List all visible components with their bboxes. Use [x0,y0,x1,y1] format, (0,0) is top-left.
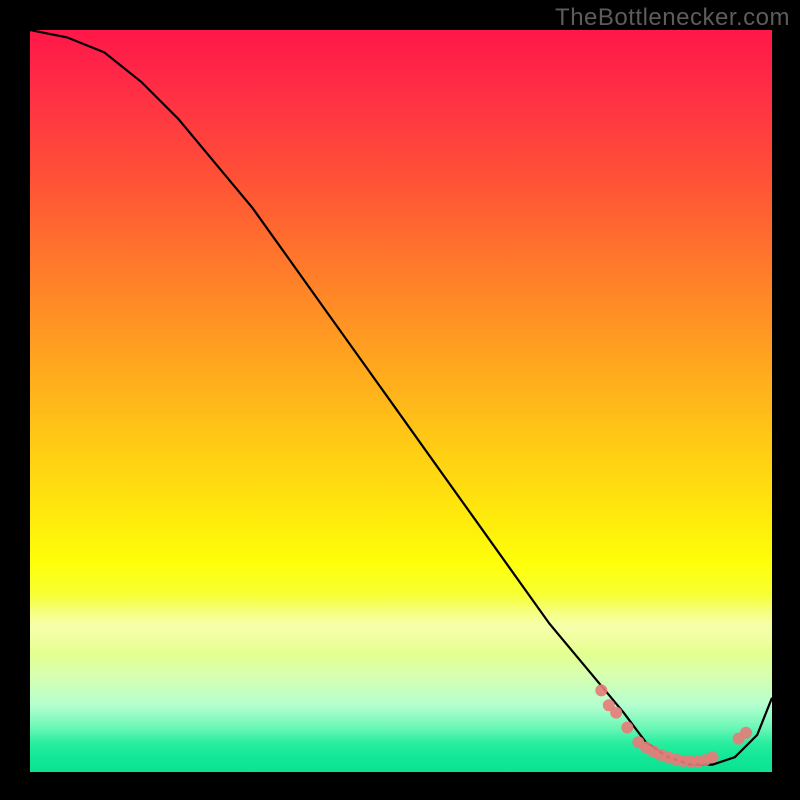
curve-marker [621,722,633,734]
curve-line [30,30,772,765]
curve-marker [707,751,719,763]
plot-area [30,30,772,772]
bottleneck-curve [30,30,772,772]
curve-markers [595,684,752,767]
curve-marker [595,684,607,696]
curve-marker [740,727,752,739]
curve-marker [610,707,622,719]
chart-frame: TheBottlenecker.com [0,0,800,800]
watermark-text: TheBottlenecker.com [555,4,790,32]
